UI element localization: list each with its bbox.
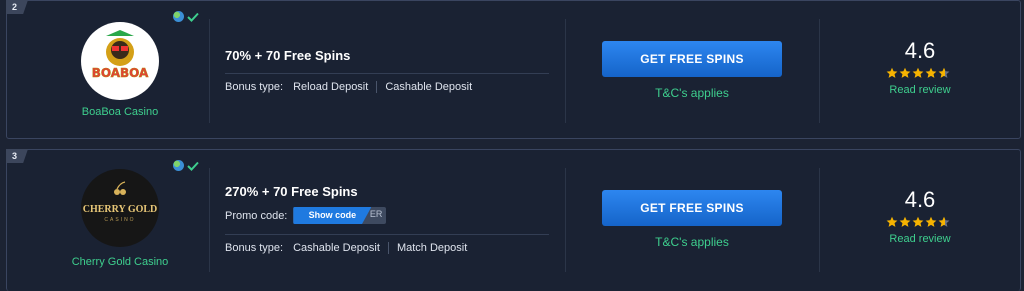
bonus-type-label: Bonus type: — [225, 81, 284, 93]
casino-card: 3 CHERRY GOLD CASINO Cherry Gold Casino … — [6, 149, 1021, 291]
badges — [173, 160, 199, 171]
casino-logo[interactable]: CHERRY GOLD CASINO — [81, 169, 159, 247]
star-icon — [912, 67, 924, 78]
rating-score: 4.6 — [904, 38, 936, 63]
star-icon — [899, 216, 911, 227]
show-code-button[interactable]: Show code — [293, 207, 372, 224]
casino-name[interactable]: Cherry Gold Casino — [50, 256, 190, 268]
divider — [225, 73, 549, 74]
divider — [565, 168, 566, 272]
tc-link[interactable]: T&C's applies — [602, 235, 782, 249]
divider — [819, 19, 820, 123]
logo-text: CHERRY GOLD — [82, 204, 158, 215]
rank-badge: 3 — [6, 149, 28, 163]
logo-text: BOABOA — [91, 66, 149, 81]
star-rating — [886, 67, 950, 79]
star-icon — [886, 67, 898, 78]
bonus-type-tag: Cashable Deposit — [293, 242, 380, 254]
casino-logo[interactable]: BOABOA — [81, 22, 159, 100]
verified-check-icon — [187, 12, 199, 22]
rank-badge: 2 — [6, 0, 28, 14]
divider — [209, 19, 210, 123]
get-free-spins-button[interactable]: GET FREE SPINS — [602, 41, 782, 77]
star-icon — [925, 216, 937, 227]
tc-link[interactable]: T&C's applies — [602, 86, 782, 100]
promo-code-box[interactable]: ER Show code — [293, 207, 387, 224]
bonus-type: Bonus type: Cashable Deposit Match Depos… — [225, 242, 475, 254]
star-icon — [912, 216, 924, 227]
casino-name[interactable]: BoaBoa Casino — [50, 106, 190, 118]
bonus-type-tag: Reload Deposit — [293, 81, 369, 93]
star-rating — [886, 216, 950, 228]
star-half-icon — [938, 216, 950, 227]
read-review-link[interactable]: Read review — [875, 233, 965, 245]
promo-code: Promo code: ER Show code — [225, 207, 387, 224]
promo-code-label: Promo code: — [225, 209, 288, 222]
promo-code-hint: ER — [369, 209, 383, 219]
get-free-spins-button[interactable]: GET FREE SPINS — [602, 190, 782, 226]
bonus-type-tag: Cashable Deposit — [376, 81, 480, 93]
bonus-type: Bonus type: Reload Deposit Cashable Depo… — [225, 81, 480, 93]
star-icon — [899, 67, 911, 78]
bonus-type-tag: Match Deposit — [387, 242, 475, 254]
divider — [565, 19, 566, 123]
star-icon — [925, 67, 937, 78]
divider — [225, 234, 549, 235]
casino-card: 2 BOABOA BoaBoa Casino 70% + 70 Free Spi… — [6, 0, 1021, 139]
boaboa-logo-icon — [106, 30, 134, 66]
globe-icon — [173, 11, 184, 22]
star-icon — [886, 216, 898, 227]
divider — [209, 168, 210, 272]
globe-icon — [173, 160, 184, 171]
bonus-title: 270% + 70 Free Spins — [225, 184, 358, 199]
divider — [819, 168, 820, 272]
star-half-icon — [938, 67, 950, 78]
bonus-type-label: Bonus type: — [225, 242, 284, 254]
read-review-link[interactable]: Read review — [875, 84, 965, 96]
rating-score: 4.6 — [904, 187, 936, 212]
badges — [173, 11, 199, 22]
logo-subtext: CASINO — [104, 217, 136, 223]
bonus-title: 70% + 70 Free Spins — [225, 48, 351, 63]
verified-check-icon — [187, 161, 199, 171]
